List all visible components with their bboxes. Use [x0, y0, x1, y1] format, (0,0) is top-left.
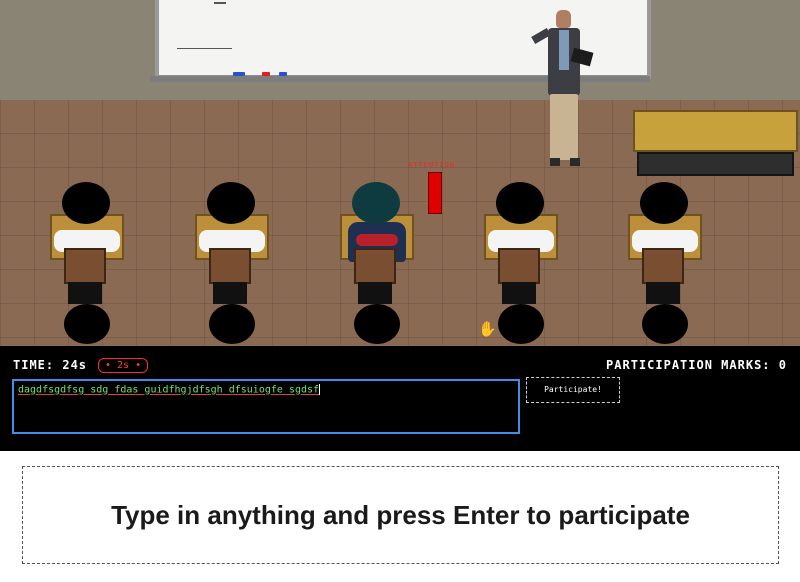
front-row-head [64, 304, 110, 344]
bench-top [633, 110, 798, 152]
teacher [528, 10, 598, 170]
bench-base [637, 152, 794, 176]
teacher-shoe [570, 158, 580, 166]
participation-input-text: dagdfsgdfsg sdg fdas guidfhgjdfsgh dfsui… [18, 384, 320, 396]
player-legs [358, 282, 392, 304]
student-head [62, 182, 110, 224]
student-head [640, 182, 688, 224]
whiteboard-scribble [177, 48, 232, 49]
timer: TIME: 24s [13, 358, 87, 372]
student-legs [502, 282, 536, 304]
classroom-scene: ATTENTION ✋ [0, 0, 800, 346]
student-head [496, 182, 544, 224]
marks-label: PARTICIPATION MARKS: [606, 358, 771, 372]
front-row-head [354, 304, 400, 344]
hud-panel: TIME: 24s • 2s • PARTICIPATION MARKS: 0 … [0, 346, 800, 451]
desk-tablet [64, 248, 106, 284]
participation-marks: PARTICIPATION MARKS: 0 [606, 358, 787, 372]
student-head [207, 182, 255, 224]
instructions-text: Type in anything and press Enter to part… [111, 499, 690, 530]
teacher-pants [550, 94, 578, 160]
hand-cursor-icon: ✋ [478, 320, 497, 338]
desk-tablet [498, 248, 540, 284]
timer-label: TIME: [13, 358, 55, 372]
timer-penalty-badge: • 2s • [98, 358, 149, 373]
bench [633, 110, 798, 176]
participate-button[interactable]: Participate! [526, 377, 620, 403]
text-caret [319, 384, 321, 395]
student-desk [189, 182, 275, 344]
player-shirt [356, 234, 398, 246]
player-head [352, 182, 400, 224]
front-row-head [642, 304, 688, 344]
student-legs [646, 282, 680, 304]
student-legs [68, 282, 102, 304]
student-desk [44, 182, 130, 344]
timer-value: 24s [62, 358, 88, 372]
attention-label: ATTENTION [408, 161, 455, 169]
blue-marker [233, 72, 245, 76]
desk-tablet [642, 248, 684, 284]
front-row-head [209, 304, 255, 344]
marks-value: 0 [778, 358, 787, 372]
student-legs [213, 282, 247, 304]
whiteboard-scribble [214, 2, 226, 4]
teacher-shoe [550, 158, 560, 166]
blue-marker [279, 72, 287, 76]
attention-meter [428, 172, 442, 214]
instructions-box: Type in anything and press Enter to part… [22, 466, 779, 564]
desk-tablet [209, 248, 251, 284]
teacher-head [556, 10, 571, 28]
participation-input[interactable]: dagdfsgdfsg sdg fdas guidfhgjdfsgh dfsui… [12, 379, 520, 434]
desk-tablet [354, 248, 396, 284]
red-marker [262, 72, 270, 76]
teacher-shirt [559, 30, 569, 70]
student-desk [622, 182, 708, 344]
front-row-head [498, 304, 544, 344]
player-desk [334, 182, 420, 344]
student-desk [478, 182, 564, 344]
